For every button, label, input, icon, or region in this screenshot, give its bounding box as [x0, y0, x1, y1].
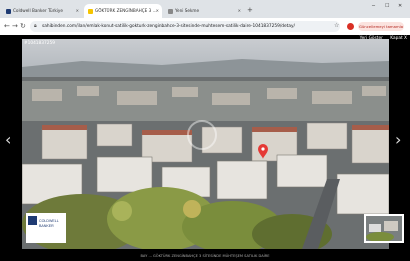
- gallery-top-controls: Yeri Göster Kapat X: [354, 36, 407, 41]
- new-tab-favicon-icon: [168, 8, 173, 14]
- close-tab-icon[interactable]: ✕: [76, 4, 79, 18]
- browser-tab-bar: Coldwell Banker Türkiye ✕ GÖKTÜRK ZENGİN…: [0, 0, 410, 18]
- tab-label: Coldwell Banker Türkiye: [13, 8, 63, 13]
- active-thumbnail[interactable]: [364, 214, 404, 243]
- reload-icon[interactable]: ↻: [20, 22, 26, 31]
- tab-coldwell-banker[interactable]: Coldwell Banker Türkiye ✕: [2, 4, 82, 18]
- tab-new[interactable]: Yeni Sekme ✕: [164, 4, 244, 18]
- coldwell-favicon-icon: [6, 8, 11, 14]
- tab-label: Yeni Sekme: [175, 8, 200, 13]
- profile-avatar[interactable]: [347, 23, 354, 30]
- svg-text:BANKER: BANKER: [39, 224, 54, 228]
- thumbnail-image: [366, 216, 402, 241]
- url-text[interactable]: sahibinden.com/ilan/emlak-konut-satilik-…: [42, 21, 295, 32]
- photo-gallery-overlay: #1041837259 Yeri Göster Kapat X COLDWELL…: [0, 35, 410, 261]
- lock-icon: 🔒︎: [34, 23, 37, 29]
- update-button[interactable]: Güncellemeyi tamamla: [358, 22, 404, 31]
- next-photo-arrow-icon[interactable]: ›: [395, 130, 401, 149]
- address-bar[interactable]: 🔒︎ sahibinden.com/ilan/emlak-konut-satil…: [30, 21, 340, 32]
- minimize-icon[interactable]: ─: [372, 3, 375, 9]
- close-tab-icon[interactable]: ✕: [156, 4, 159, 18]
- photo-caption: BAY ... GÖKTÜRK ZENGİNBAHÇE 3 SİTESİNDE …: [140, 254, 270, 258]
- bookmark-star-icon[interactable]: ☆: [334, 21, 339, 30]
- coldwell-banker-watermark-logo: COLDWELL BANKER: [26, 213, 66, 243]
- photo-id-label: #1041837259: [24, 41, 55, 46]
- sahibinden-favicon-icon: [88, 8, 93, 14]
- window-close-icon[interactable]: ✕: [398, 3, 402, 9]
- aerial-neighborhood-photo: [22, 39, 389, 249]
- tab-label: GÖKTÜRK ZENGİNBAHÇE 3 ...: [95, 8, 157, 13]
- close-tab-icon[interactable]: ✕: [238, 4, 241, 18]
- tab-listing[interactable]: GÖKTÜRK ZENGİNBAHÇE 3 ... ✕: [84, 4, 162, 18]
- back-arrow-icon[interactable]: ←: [4, 22, 10, 31]
- svg-text:COLDWELL: COLDWELL: [39, 219, 59, 223]
- browser-toolbar: ← → ↻ 🔒︎ sahibinden.com/ilan/emlak-konut…: [0, 18, 410, 36]
- forward-arrow-icon[interactable]: →: [12, 22, 18, 31]
- close-gallery-button[interactable]: Kapat X: [390, 36, 407, 41]
- watermark-svg: COLDWELL BANKER: [28, 216, 59, 228]
- maximize-icon[interactable]: ☐: [385, 3, 389, 9]
- photo-illustration: [22, 39, 389, 249]
- show-map-button[interactable]: Yeri Göster: [360, 36, 383, 41]
- new-tab-plus-icon[interactable]: +: [247, 4, 253, 16]
- previous-photo-arrow-icon[interactable]: ‹: [5, 130, 11, 149]
